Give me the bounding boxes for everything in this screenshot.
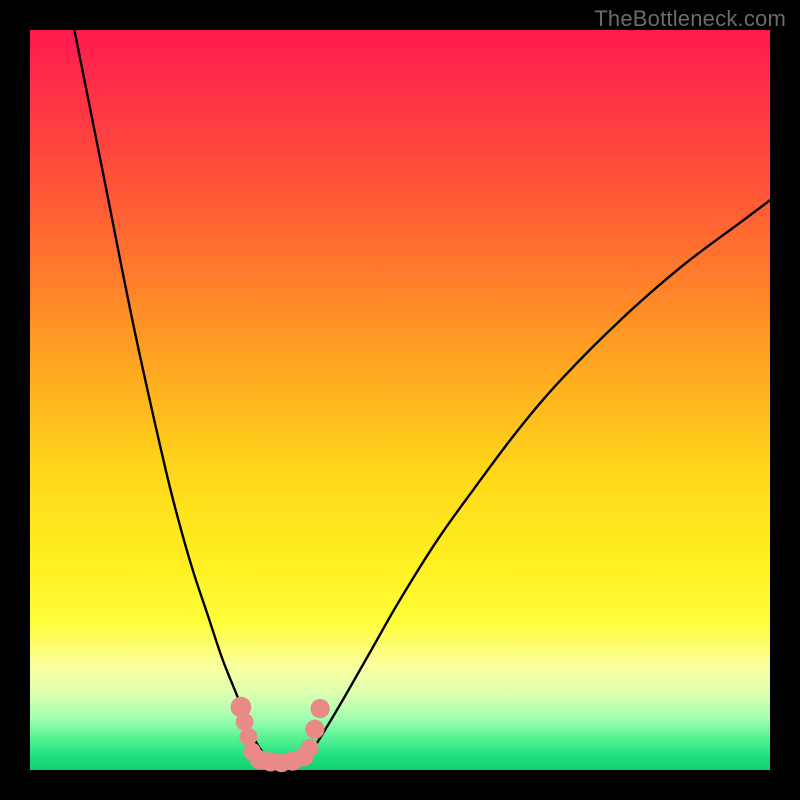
- dot: [305, 720, 324, 739]
- chart-stage: TheBottleneck.com: [0, 0, 800, 800]
- plot-area: [30, 30, 770, 770]
- dot: [310, 699, 329, 718]
- dot: [301, 739, 319, 757]
- dot-cluster: [231, 697, 330, 772]
- curve-left-arm: [74, 30, 274, 763]
- curve-layer: [30, 30, 770, 770]
- dot: [239, 728, 257, 746]
- curve-right-arm: [304, 200, 770, 762]
- dot: [236, 713, 254, 731]
- watermark-text: TheBottleneck.com: [594, 6, 786, 32]
